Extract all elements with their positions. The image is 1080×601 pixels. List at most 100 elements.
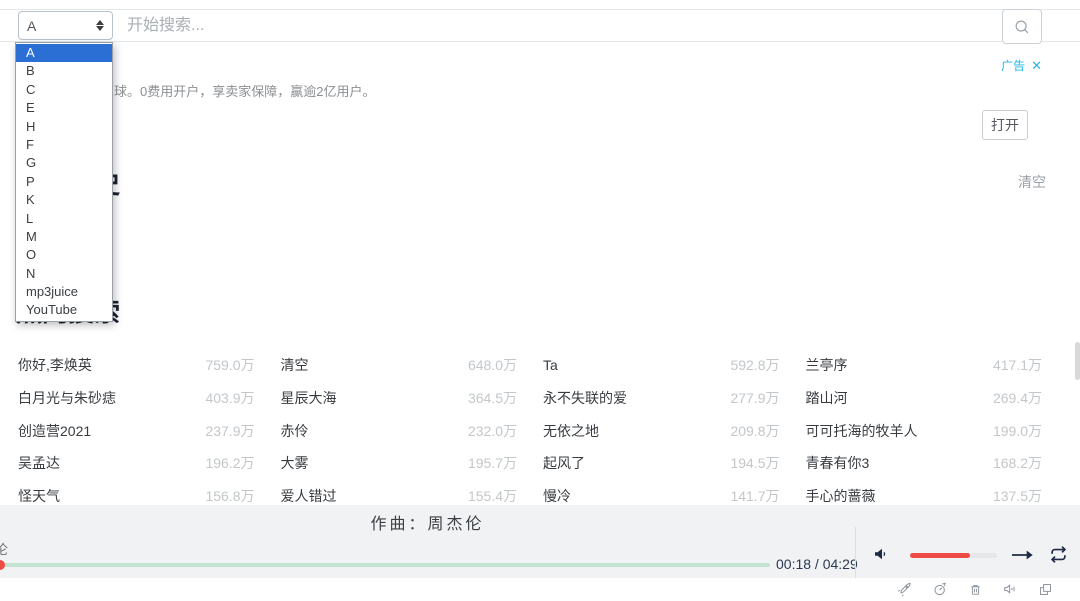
engine-dropdown: ABCEHFGPKLMONmp3juiceYouTube xyxy=(15,42,113,322)
song-name[interactable]: 赤伶 xyxy=(281,421,309,441)
song-name[interactable]: 踏山河 xyxy=(806,388,848,408)
song-title-marquee: 伦 xyxy=(0,539,8,558)
search-count: 194.5万 xyxy=(730,453,779,473)
song-name[interactable]: 慢冷 xyxy=(543,486,571,506)
hot-search-item[interactable]: 你好,李焕英 759.0万 xyxy=(18,349,255,382)
player-divider xyxy=(855,527,856,578)
hot-search-item[interactable]: 踏山河 269.4万 xyxy=(806,382,1043,415)
song-name[interactable]: 吴孟达 xyxy=(18,453,60,473)
lyric-line: 作曲：周杰伦 xyxy=(0,510,855,534)
engine-option[interactable]: mp3juice xyxy=(16,283,112,301)
hot-search-item[interactable]: 永不失联的爱 277.9万 xyxy=(543,382,780,415)
engine-option[interactable]: F xyxy=(16,136,112,154)
progress-bar[interactable] xyxy=(0,563,770,567)
engine-option[interactable]: A xyxy=(16,44,112,62)
search-count: 168.2万 xyxy=(993,453,1042,473)
search-count: 196.2万 xyxy=(205,453,254,473)
mute-button[interactable] xyxy=(872,546,888,562)
engine-option[interactable]: N xyxy=(16,265,112,283)
music-search-page: A 广告 ✕ 球。0费用开户，享卖家保障，赢逾2亿用户。 打开 搜索历史 清空 … xyxy=(0,0,1080,601)
hot-search-item[interactable]: 兰亭序 417.1万 xyxy=(806,349,1043,382)
song-name[interactable]: 起风了 xyxy=(543,453,585,473)
search-count: 141.7万 xyxy=(730,486,779,506)
song-name[interactable]: 大雾 xyxy=(281,453,309,473)
engine-select[interactable]: A xyxy=(18,11,113,40)
song-name[interactable]: 星辰大海 xyxy=(281,388,337,408)
engine-option[interactable]: K xyxy=(16,191,112,209)
song-name[interactable]: 青春有你3 xyxy=(806,453,870,473)
repeat-icon xyxy=(1050,546,1067,563)
search-count: 155.4万 xyxy=(468,486,517,506)
engine-option[interactable]: E xyxy=(16,99,112,117)
engine-option[interactable]: O xyxy=(16,246,112,264)
hot-search-item[interactable]: 星辰大海 364.5万 xyxy=(281,382,518,415)
progress-thumb[interactable] xyxy=(0,560,5,570)
song-name[interactable]: 可可托海的牧羊人 xyxy=(806,421,918,441)
engine-option[interactable]: G xyxy=(16,154,112,172)
song-name[interactable]: 手心的蔷薇 xyxy=(806,486,876,506)
mini-window-icon[interactable] xyxy=(1037,581,1053,597)
engine-option[interactable]: B xyxy=(16,62,112,80)
search-count: 364.5万 xyxy=(468,388,517,408)
hot-search-item[interactable]: 起风了 194.5万 xyxy=(543,447,780,480)
ad-close-icon[interactable]: ✕ xyxy=(1031,58,1042,74)
song-name[interactable]: 你好,李焕英 xyxy=(18,355,92,375)
song-name[interactable]: 创造营2021 xyxy=(18,421,91,441)
search-count: 137.5万 xyxy=(993,486,1042,506)
ad-tag: 广告 ✕ xyxy=(1001,57,1042,74)
search-count: 759.0万 xyxy=(205,355,254,375)
song-name[interactable]: 爱人错过 xyxy=(281,486,337,506)
hot-search-grid: 你好,李焕英 759.0万 清空 648.0万 Ta 592.8万 兰亭序 417.1万白月光… xyxy=(18,349,1042,512)
song-name[interactable]: 兰亭序 xyxy=(806,355,848,375)
hot-search-item[interactable]: 赤伶 232.0万 xyxy=(281,414,518,447)
sound-icon[interactable] xyxy=(1002,581,1018,597)
search-count: 403.9万 xyxy=(205,388,254,408)
engine-option[interactable]: L xyxy=(16,210,112,228)
time-display: 00:18 / 04:29 xyxy=(776,556,858,572)
search-count: 648.0万 xyxy=(468,355,517,375)
search-count: 592.8万 xyxy=(730,355,779,375)
next-track-button[interactable] xyxy=(1012,549,1034,561)
search-count: 417.1万 xyxy=(993,355,1042,375)
engine-option[interactable]: P xyxy=(16,173,112,191)
engine-option[interactable]: H xyxy=(16,118,112,136)
search-count: 195.7万 xyxy=(468,453,517,473)
song-name[interactable]: 白月光与朱砂痣 xyxy=(18,388,116,408)
rocket-icon[interactable] xyxy=(897,581,913,597)
hot-search-item[interactable]: 大雾 195.7万 xyxy=(281,447,518,480)
select-updown-icon xyxy=(96,20,104,31)
search-input[interactable] xyxy=(125,10,985,41)
engine-option[interactable]: YouTube xyxy=(16,301,112,319)
hot-search-item[interactable]: 无依之地209.8万 xyxy=(543,414,780,447)
scrollbar-thumb[interactable] xyxy=(1075,342,1080,380)
search-count: 269.4万 xyxy=(993,388,1042,408)
search-count: 277.9万 xyxy=(730,388,779,408)
hot-search-item[interactable]: Ta 592.8万 xyxy=(543,349,780,382)
repeat-button[interactable] xyxy=(1050,546,1067,563)
song-name[interactable]: 无依之地 xyxy=(543,421,599,441)
engine-option[interactable]: M xyxy=(16,228,112,246)
volume-slider[interactable] xyxy=(910,553,997,558)
trash-icon[interactable] xyxy=(967,581,983,597)
ad-text: 球。0费用开户，享卖家保障，赢逾2亿用户。 xyxy=(114,81,375,100)
hot-search-item[interactable]: 青春有你3 168.2万 xyxy=(806,447,1043,480)
song-name[interactable]: 永不失联的爱 xyxy=(543,388,627,408)
hot-search-item[interactable]: 白月光与朱砂痣 403.9万 xyxy=(18,382,255,415)
hot-search-item[interactable]: 可可托海的牧羊人199.0万 xyxy=(806,414,1043,447)
hot-search-item[interactable]: 清空 648.0万 xyxy=(281,349,518,382)
hot-search-item[interactable]: 吴孟达 196.2万 xyxy=(18,447,255,480)
timer-icon[interactable] xyxy=(932,581,948,597)
song-name[interactable]: 清空 xyxy=(281,355,309,375)
player-bar: 作曲：周杰伦 伦 00:18 / 04:29 xyxy=(0,505,1080,578)
search-count: 232.0万 xyxy=(468,421,517,441)
ad-open-button[interactable]: 打开 xyxy=(982,110,1028,140)
song-name[interactable]: Ta xyxy=(543,357,558,373)
search-button[interactable] xyxy=(1002,9,1042,44)
clear-history-button[interactable]: 清空 xyxy=(1018,172,1046,192)
engine-select-value: A xyxy=(27,18,96,34)
hot-search-item[interactable]: 创造营2021237.9万 xyxy=(18,414,255,447)
search-bar: A xyxy=(0,9,1080,42)
song-name[interactable]: 怪天气 xyxy=(18,486,60,506)
volume-fill xyxy=(910,553,970,558)
engine-option[interactable]: C xyxy=(16,81,112,99)
